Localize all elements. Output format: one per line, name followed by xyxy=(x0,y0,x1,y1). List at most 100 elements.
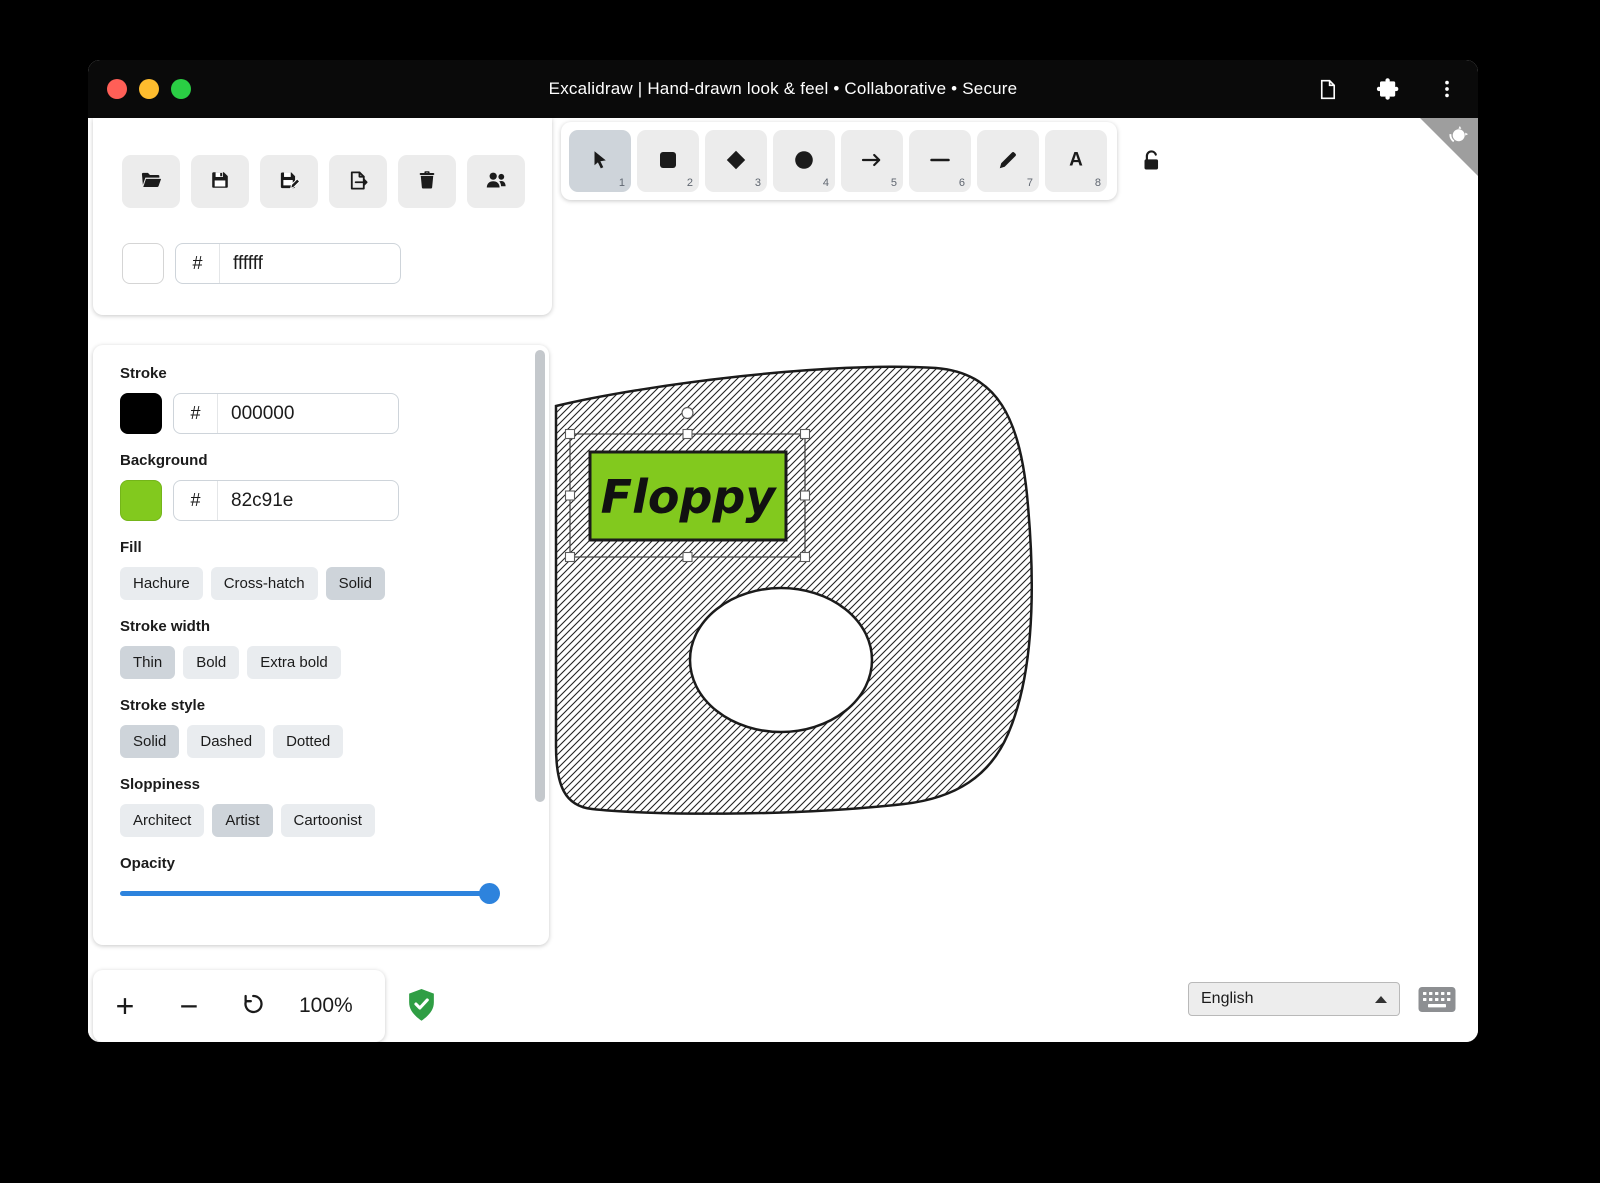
stroke-color-swatch[interactable] xyxy=(120,393,162,434)
traffic-lights xyxy=(107,79,191,99)
hash-prefix: # xyxy=(174,481,218,520)
unlock-icon xyxy=(1138,162,1164,177)
stroke-style-option-solid[interactable]: Solid xyxy=(120,725,179,758)
language-selected-value: English xyxy=(1201,990,1253,1008)
kebab-menu-icon[interactable] xyxy=(1436,78,1458,100)
shape-text[interactable]: Floppy xyxy=(601,470,778,524)
stroke-width-option-thin[interactable]: Thin xyxy=(120,646,175,679)
selection-handle[interactable] xyxy=(801,553,810,562)
caret-up-icon xyxy=(1375,996,1387,1003)
cursor-icon xyxy=(588,148,612,175)
rotation-handle[interactable] xyxy=(682,408,693,419)
tool-arrow[interactable]: 5 xyxy=(841,130,903,192)
square-icon xyxy=(656,148,680,175)
tool-ellipse[interactable]: 4 xyxy=(773,130,835,192)
opacity-section: Opacity xyxy=(120,855,549,904)
tool-shortcut: 6 xyxy=(959,177,965,189)
maximize-window-button[interactable] xyxy=(171,79,191,99)
background-label: Background xyxy=(120,452,549,469)
stroke-width-option-extra-bold[interactable]: Extra bold xyxy=(247,646,341,679)
stroke-width-label: Stroke width xyxy=(120,618,549,635)
selection-handle[interactable] xyxy=(801,491,810,500)
tool-selection[interactable]: 1 xyxy=(569,130,631,192)
tool-island: 1 2 3 4 xyxy=(561,122,1117,200)
open-button[interactable] xyxy=(122,155,180,208)
selection-handle[interactable] xyxy=(683,430,692,439)
tool-line[interactable]: 6 xyxy=(909,130,971,192)
github-corner-octocat-icon[interactable] xyxy=(1420,118,1478,181)
tool-shortcut: 5 xyxy=(891,177,897,189)
stroke-style-label: Stroke style xyxy=(120,697,549,714)
sloppiness-label: Sloppiness xyxy=(120,776,549,793)
tool-shortcut: 7 xyxy=(1027,177,1033,189)
selection-handle[interactable] xyxy=(566,430,575,439)
canvas-background-input[interactable] xyxy=(220,253,400,275)
zoom-out-button[interactable]: − xyxy=(157,970,221,1042)
clear-canvas-button[interactable] xyxy=(398,155,456,208)
selection-handle[interactable] xyxy=(683,553,692,562)
save-button[interactable] xyxy=(191,155,249,208)
stroke-section: Stroke # xyxy=(120,365,549,434)
trash-icon xyxy=(416,169,438,194)
zoom-in-button[interactable]: + xyxy=(93,970,157,1042)
sloppiness-option-artist[interactable]: Artist xyxy=(212,804,272,837)
tool-diamond[interactable]: 3 xyxy=(705,130,767,192)
background-color-input[interactable] xyxy=(218,490,398,512)
stroke-width-option-bold[interactable]: Bold xyxy=(183,646,239,679)
keep-tool-active-lock-button[interactable] xyxy=(1137,148,1165,176)
fill-option-solid[interactable]: Solid xyxy=(326,567,385,600)
canvas-background-color-group: # xyxy=(175,243,401,284)
tool-shortcut: 1 xyxy=(619,177,625,189)
background-color-swatch[interactable] xyxy=(120,480,162,521)
file-actions-island: # xyxy=(93,118,552,315)
properties-panel: Stroke # Background # xyxy=(93,345,549,945)
tool-shortcut: 2 xyxy=(687,177,693,189)
extensions-puzzle-icon[interactable] xyxy=(1375,77,1400,102)
save-as-icon xyxy=(278,169,301,195)
fill-label: Fill xyxy=(120,539,549,556)
pencil-icon xyxy=(996,148,1020,175)
opacity-slider-thumb[interactable] xyxy=(479,883,500,904)
tool-rectangle[interactable]: 2 xyxy=(637,130,699,192)
page-icon[interactable] xyxy=(1316,78,1339,101)
save-as-button[interactable] xyxy=(260,155,318,208)
tool-shortcut: 8 xyxy=(1095,177,1101,189)
close-window-button[interactable] xyxy=(107,79,127,99)
reset-zoom-icon xyxy=(240,988,266,1025)
keyboard-shortcuts-icon[interactable] xyxy=(1418,986,1456,1018)
zoom-value: 100% xyxy=(299,994,353,1018)
fill-option-cross-hatch[interactable]: Cross-hatch xyxy=(211,567,318,600)
background-section: Background # xyxy=(120,452,549,521)
stroke-color-input[interactable] xyxy=(218,403,398,425)
stroke-style-option-dotted[interactable]: Dotted xyxy=(273,725,343,758)
language-select[interactable]: English xyxy=(1188,982,1400,1016)
zoom-reset-button[interactable] xyxy=(221,970,285,1042)
disk-hole-ellipse[interactable] xyxy=(690,588,872,732)
sloppiness-option-architect[interactable]: Architect xyxy=(120,804,204,837)
selection-handle[interactable] xyxy=(566,553,575,562)
collaborators-icon xyxy=(484,168,508,195)
encryption-shield-icon[interactable] xyxy=(406,988,437,1027)
selection-handle[interactable] xyxy=(801,430,810,439)
svg-text:A: A xyxy=(1069,149,1083,170)
opacity-slider[interactable] xyxy=(120,883,498,904)
hash-prefix: # xyxy=(176,244,220,283)
zoom-island: + − 100% xyxy=(93,970,385,1042)
panel-scrollbar[interactable] xyxy=(535,350,545,938)
save-icon xyxy=(209,169,231,194)
stroke-style-option-dashed[interactable]: Dashed xyxy=(187,725,265,758)
minimize-window-button[interactable] xyxy=(139,79,159,99)
window-title: Excalidraw | Hand-drawn look & feel • Co… xyxy=(549,79,1018,99)
sloppiness-option-cartoonist[interactable]: Cartoonist xyxy=(281,804,375,837)
tool-text[interactable]: A 8 xyxy=(1045,130,1107,192)
panel-scrollbar-thumb[interactable] xyxy=(535,350,545,802)
export-button[interactable] xyxy=(329,155,387,208)
folder-open-icon xyxy=(140,169,163,195)
circle-icon xyxy=(792,148,816,175)
canvas-background-swatch[interactable] xyxy=(122,243,164,284)
opacity-slider-track xyxy=(120,891,498,896)
tool-draw[interactable]: 7 xyxy=(977,130,1039,192)
fill-option-hachure[interactable]: Hachure xyxy=(120,567,203,600)
selection-handle[interactable] xyxy=(566,491,575,500)
collaboration-button[interactable] xyxy=(467,155,525,208)
